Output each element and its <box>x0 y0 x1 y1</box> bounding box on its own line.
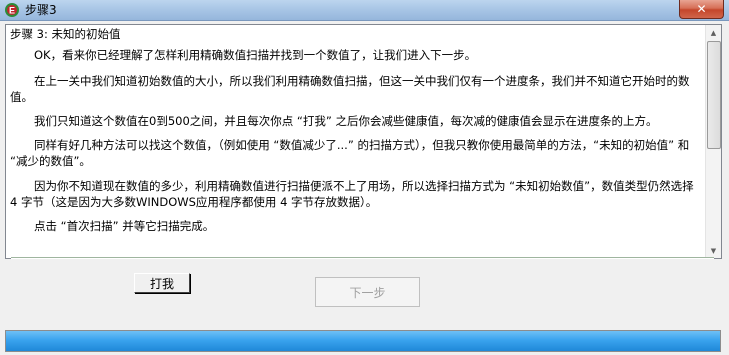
health-progress-fill <box>6 331 720 351</box>
svg-text:E: E <box>9 6 15 16</box>
paragraph: 我们只知道这个数值在0到500之间，并且每次你点 “打我” 之后你会减些健康值，… <box>34 114 658 128</box>
tutorial-text: 步骤 3: 未知的初始值 OK，看来你已经理解了怎样利用精确数值扫描并找到一个数… <box>6 25 706 258</box>
paragraph: 点击 “首次扫描” 并等它扫描完成。 <box>34 219 215 233</box>
next-button[interactable]: 下一步 <box>315 277 420 307</box>
scroll-down-arrow-icon[interactable]: ▼ <box>706 243 721 258</box>
paragraph: 因为你不知道现在数值的多少，利用精确数值进行扫描便派不上了用场，所以选择扫描方式… <box>10 179 694 209</box>
step-heading: 步骤 3: 未知的初始值 <box>10 27 121 41</box>
paragraph: OK，看来你已经理解了怎样利用精确数值扫描并找到一个数值了，让我们进入下一步。 <box>34 48 477 62</box>
hit-me-button[interactable]: 打我 <box>134 273 190 293</box>
scroll-thumb[interactable] <box>707 41 721 149</box>
close-button[interactable]: ✕ <box>679 0 724 19</box>
divider <box>11 257 714 259</box>
scroll-up-arrow-icon[interactable]: ▲ <box>706 25 721 40</box>
health-progress-bar <box>5 330 721 352</box>
vertical-scrollbar[interactable]: ▲ ▼ <box>705 25 721 258</box>
title-bar: E 步骤3 ✕ <box>0 0 729 21</box>
paragraph: 在上一关中我们知道初始数值的大小，所以我们利用精确数值扫描，但这一关中我们仅有一… <box>10 74 690 104</box>
paragraph: 同样有好几种方法可以找这个数值，（例如使用 “数值减少了...” 的扫描方式），… <box>10 138 690 168</box>
close-icon: ✕ <box>696 2 707 16</box>
window-title: 步骤3 <box>25 3 57 17</box>
cheat-engine-icon: E <box>4 2 20 18</box>
tutorial-text-panel: 步骤 3: 未知的初始值 OK，看来你已经理解了怎样利用精确数值扫描并找到一个数… <box>5 24 722 259</box>
client-area: 步骤 3: 未知的初始值 OK，看来你已经理解了怎样利用精确数值扫描并找到一个数… <box>0 21 729 355</box>
